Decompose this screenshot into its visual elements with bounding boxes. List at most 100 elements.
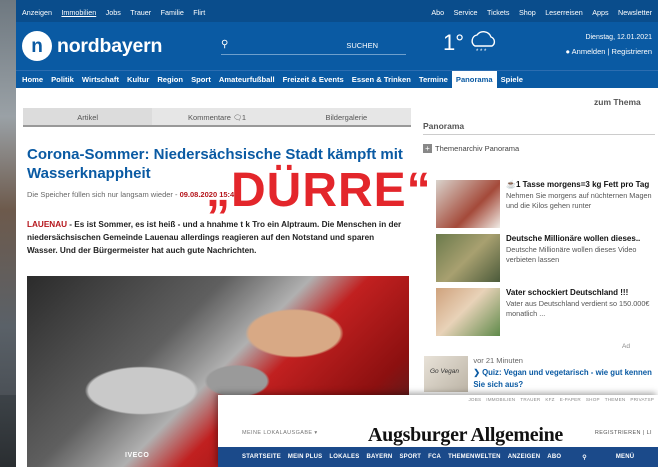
topbar-link-flirt[interactable]: Flirt [193, 8, 205, 17]
teaser-part-5: ein [267, 220, 280, 229]
themenarchiv-link[interactable]: + Themenarchiv Panorama [423, 144, 519, 153]
sidebar-heading: Panorama [423, 121, 465, 131]
current-date: Dienstag, 12.01.2021 [585, 34, 652, 41]
ad-image [436, 288, 500, 336]
topbar-link-service[interactable]: Service [454, 8, 478, 17]
nav-item-politik[interactable]: Politik [47, 71, 78, 88]
teaser-part-3: t k [240, 220, 250, 229]
tab-kommentare[interactable]: Kommentare 🗨1 [152, 108, 282, 127]
aa-nav-item[interactable]: MEIN PLUS [288, 454, 322, 460]
quiz-timestamp: vor 21 Minuten [473, 356, 523, 365]
aa-nav-item[interactable]: ABO [547, 454, 561, 460]
plus-icon: + [423, 144, 432, 153]
temperature: 1° [443, 30, 465, 55]
zum-thema-label: zum Thema [594, 97, 641, 107]
aa-nav-item[interactable]: LOKALES [329, 454, 359, 460]
nav-item-wirtschaft[interactable]: Wirtschaft [78, 71, 123, 88]
article-teaser: LAUENAU - Es ist Sommer, es ist heiß - u… [27, 218, 407, 257]
aa-top-link[interactable]: SHOP [586, 397, 600, 402]
ad-title: Vater schockiert Deutschland !!! [506, 288, 629, 297]
top-utility-bar: Anzeigen Immobilien Jobs Trauer Familie … [16, 0, 658, 22]
nav-item-essen[interactable]: Essen & Trinken [348, 71, 415, 88]
nav-item-home[interactable]: Home [18, 71, 47, 88]
quiz-image-text: Go Vegan [430, 368, 460, 375]
aa-nav-item[interactable]: FCA [428, 454, 441, 460]
topbar-link-trauer[interactable]: Trauer [130, 8, 151, 17]
logo-mark-icon: n [22, 31, 52, 61]
logo-mark-letter: n [31, 35, 43, 57]
ad-item[interactable]: Deutsche Millionäre wollen dieses.. Deut… [436, 234, 656, 282]
nav-item-sport[interactable]: Sport [187, 71, 215, 88]
aa-lokalausgabe-select[interactable]: MEINE LOKALAUSGABE ▾ [242, 430, 318, 436]
account-label[interactable]: Anmelden | Registrieren [572, 47, 652, 56]
topbar-link-tickets[interactable]: Tickets [487, 8, 510, 17]
aa-top-link[interactable]: TRAUER [520, 397, 540, 402]
nav-item-panorama[interactable]: Panorama [451, 71, 497, 88]
ad-image [436, 234, 500, 282]
nav-item-kultur[interactable]: Kultur [123, 71, 153, 88]
nav-item-freizeit[interactable]: Freizeit & Events [279, 71, 348, 88]
topbar-link-abo[interactable]: Abo [431, 8, 444, 17]
ad-title: Deutsche Millionäre wollen dieses.. [506, 234, 641, 243]
aa-top-link[interactable]: E-PAPER [560, 397, 581, 402]
tab-bildergalerie[interactable]: Bildergalerie [281, 108, 411, 127]
comment-count: 1 [241, 113, 247, 122]
topbar-left-links: Anzeigen Immobilien Jobs Trauer Familie … [22, 2, 210, 20]
dateline-place: LAUENAU [27, 220, 68, 229]
aa-nav-item[interactable]: THEMENWELTEN [448, 454, 501, 460]
teaser-part-4: Tro [252, 220, 265, 229]
ad-description: Vater aus Deutschland verdient so 150.00… [506, 299, 650, 318]
ad-label: Ad [622, 343, 630, 350]
topbar-link-shop[interactable]: Shop [519, 8, 536, 17]
aa-menu-button[interactable]: MENÜ [616, 454, 634, 460]
ad-body: Deutsche Millionäre wollen dieses.. Deut… [506, 234, 656, 282]
nav-item-region[interactable]: Region [153, 71, 187, 88]
sidebar-divider [423, 134, 655, 135]
aa-lokal-label: MEINE LOKALAUSGABE [242, 430, 313, 436]
site-header: n nordbayern ⚲ SUCHEN 1° * * * Dienstag,… [16, 22, 658, 70]
quiz-title[interactable]: ❯ Quiz: Vegan und vegetarisch - wie gut … [473, 367, 656, 391]
account-links[interactable]: ● Anmelden | Registrieren [565, 47, 652, 56]
aa-top-link[interactable]: IMMOBILIEN [486, 397, 515, 402]
aa-top-link[interactable]: THEMEN [605, 397, 626, 402]
topbar-link-apps[interactable]: Apps [592, 8, 608, 17]
ad-item[interactable]: ☕1 Tasse morgens=3 kg Fett pro Tag Nehme… [436, 180, 656, 228]
weather-widget[interactable]: 1° * * * [443, 30, 499, 56]
aa-logo[interactable]: Augsburger Allgemeine [368, 424, 563, 447]
ad-body: ☕1 Tasse morgens=3 kg Fett pro Tag Nehme… [506, 180, 656, 228]
aa-nav-item[interactable]: ANZEIGEN [508, 454, 541, 460]
search-button[interactable]: SUCHEN [346, 41, 378, 50]
topbar-link-newsletter[interactable]: Newsletter [618, 8, 652, 17]
aa-top-link[interactable]: PRIVATSP [630, 397, 654, 402]
subline-text: Die Speicher füllen sich nur langsam wie… [27, 190, 180, 199]
aa-login-links[interactable]: REGISTRIEREN | LI [595, 430, 652, 436]
aa-search-icon[interactable]: ⚲ [582, 454, 587, 461]
aa-top-link[interactable]: KFZ [545, 397, 554, 402]
quiz-teaser[interactable]: Go Vegan vor 21 Minuten ❯ Quiz: Vegan un… [424, 356, 656, 392]
topbar-right-links: Abo Service Tickets Shop Leserreisen App… [426, 2, 652, 20]
ad-image [436, 180, 500, 228]
ad-item[interactable]: Vater schockiert Deutschland !!! Vater a… [436, 288, 656, 336]
ad-title-text: 1 Tasse morgens=3 kg Fett pro Tag [515, 180, 650, 189]
svg-text:* * *: * * * [476, 49, 487, 55]
aa-top-link[interactable]: JOBS [468, 397, 481, 402]
topbar-link-jobs[interactable]: Jobs [106, 8, 121, 17]
topbar-link-familie[interactable]: Familie [161, 8, 184, 17]
aa-nav-item[interactable]: SPORT [399, 454, 421, 460]
nav-item-termine[interactable]: Termine [415, 71, 452, 88]
header-right: Dienstag, 12.01.2021 ● Anmelden | Regist… [565, 34, 652, 56]
site-logo[interactable]: n nordbayern [22, 31, 162, 61]
themenarchiv-label: Themenarchiv Panorama [435, 144, 520, 153]
search-field[interactable]: ⚲ SUCHEN [221, 39, 406, 55]
aa-nav-item[interactable]: BAYERN [366, 454, 392, 460]
teaser-part-2: hnahme [206, 220, 239, 229]
main-nav: Home Politik Wirtschaft Kultur Region Sp… [16, 70, 658, 88]
nav-item-spiele[interactable]: Spiele [497, 71, 527, 88]
tab-artikel[interactable]: Artikel [23, 108, 153, 127]
aa-nav-item[interactable]: STARTSEITE [242, 454, 281, 460]
nav-item-amateurfussball[interactable]: Amateurfußball [215, 71, 279, 88]
topbar-link-anzeigen[interactable]: Anzeigen [22, 8, 52, 17]
topbar-link-leserreisen[interactable]: Leserreisen [545, 8, 583, 17]
topbar-link-immobilien[interactable]: Immobilien [61, 8, 96, 17]
search-icon[interactable]: ⚲ [221, 39, 228, 50]
